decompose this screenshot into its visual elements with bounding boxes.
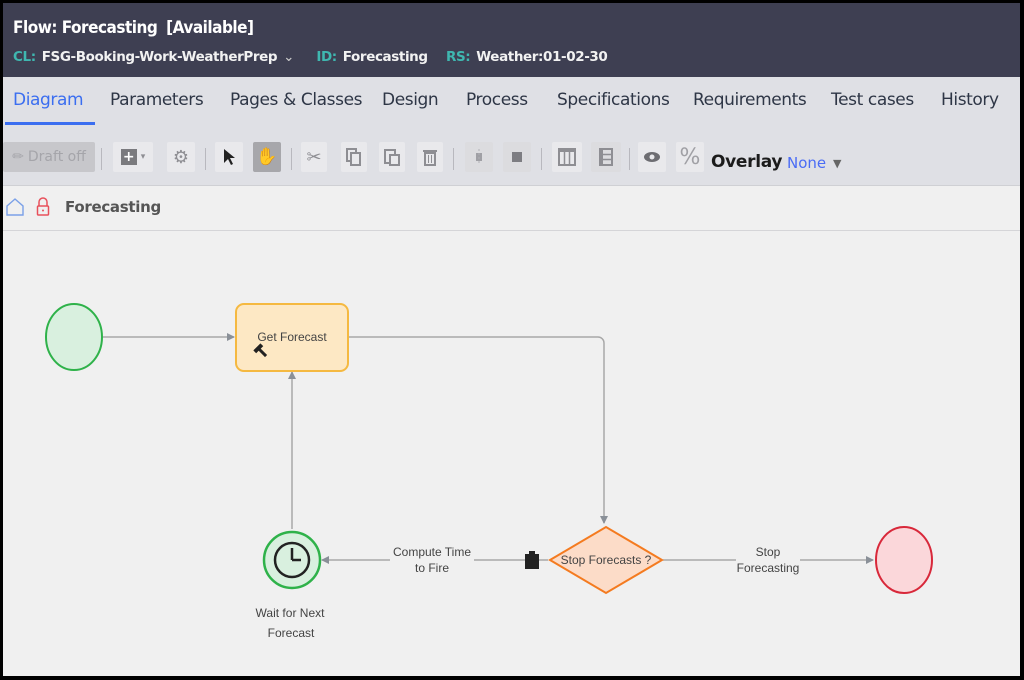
- separator: [101, 148, 102, 170]
- fit-button[interactable]: [503, 142, 531, 172]
- swimlane-columns-button[interactable]: [552, 142, 582, 172]
- separator: [205, 148, 206, 170]
- tab-pages-classes[interactable]: Pages & Classes: [230, 90, 363, 110]
- breadcrumb-title: Forecasting: [65, 198, 161, 216]
- pointer-icon: [224, 149, 235, 165]
- draft-toggle-button[interactable]: ✏ Draft off: [3, 142, 95, 172]
- lock-icon[interactable]: [36, 197, 50, 217]
- align-icon: [476, 149, 482, 165]
- paste-button[interactable]: [379, 142, 405, 172]
- pencil-icon: ✏: [12, 149, 24, 165]
- connector-get-forecast-to-decision[interactable]: [348, 336, 608, 524]
- active-tab-indicator: [5, 122, 95, 125]
- toolbar: ✏ Draft off + ▾ ⚙ ✋ ✂ %: [3, 127, 1020, 186]
- draft-label: Draft off: [27, 149, 86, 165]
- decision-label: Stop Forecasts ?: [561, 553, 652, 567]
- flow-title: Flow: Forecasting: [13, 18, 158, 38]
- page-title: Flow: Forecasting [Available]: [13, 18, 254, 38]
- align-button[interactable]: [465, 142, 493, 172]
- tab-process[interactable]: Process: [466, 90, 528, 110]
- delete-button[interactable]: [417, 142, 443, 172]
- caret-down-icon[interactable]: ▼: [833, 157, 841, 170]
- swimlane-rows-button[interactable]: [591, 142, 621, 172]
- delete-icon: [423, 150, 437, 166]
- breadcrumb: Forecasting: [3, 186, 1020, 231]
- compute-label-line1: Compute Time: [393, 545, 471, 559]
- settings-button[interactable]: ⚙: [167, 142, 195, 172]
- copy-button[interactable]: [341, 142, 367, 172]
- start-node[interactable]: [45, 303, 103, 371]
- id-label: ID:: [316, 49, 337, 65]
- tab-requirements[interactable]: Requirements: [693, 90, 807, 110]
- compute-label-line2: to Fire: [415, 561, 449, 575]
- paste-icon: [384, 149, 400, 166]
- tab-diagram[interactable]: Diagram: [13, 90, 84, 110]
- home-icon[interactable]: [6, 198, 24, 216]
- separator: [453, 148, 454, 170]
- tab-design[interactable]: Design: [382, 90, 439, 110]
- chevron-down-icon[interactable]: ⌄: [283, 49, 294, 65]
- stop-label-line1: Stop: [756, 545, 781, 559]
- hand-icon: ✋: [256, 147, 278, 167]
- cut-icon: ✂: [306, 146, 322, 168]
- separator: [291, 148, 292, 170]
- wait-label-line1: Wait for Next: [256, 606, 326, 620]
- percent-icon: %: [679, 144, 701, 170]
- ruleset-value: Weather:01-02-30: [476, 49, 608, 65]
- id-value: Forecasting: [342, 49, 428, 65]
- caret-down-icon: ▾: [140, 152, 146, 162]
- tab-history[interactable]: History: [941, 90, 999, 110]
- tab-parameters[interactable]: Parameters: [110, 90, 204, 110]
- header: Flow: Forecasting [Available] CL: FSG-Boo…: [3, 3, 1020, 77]
- tab-test-cases[interactable]: Test cases: [831, 90, 914, 110]
- eye-icon: [644, 152, 660, 162]
- separator: [629, 148, 630, 170]
- rule-meta: CL: FSG-Booking-Work-WeatherPrep ⌄ ID: Fore…: [13, 49, 621, 65]
- add-shape-button[interactable]: + ▾: [113, 142, 153, 172]
- tab-bar: Diagram Parameters Pages & Classes Desig…: [3, 77, 1020, 127]
- class-value[interactable]: FSG-Booking-Work-WeatherPrep: [42, 49, 278, 65]
- tab-specifications[interactable]: Specifications: [557, 90, 670, 110]
- gear-icon: ⚙: [172, 146, 190, 168]
- get-forecast-label: Get Forecast: [257, 330, 327, 344]
- flow-editor: Flow: Forecasting [Available] CL: FSG-Boo…: [3, 3, 1020, 676]
- pan-tool-button[interactable]: ✋: [253, 142, 281, 172]
- flow-diagram-canvas[interactable]: Get Forecast Wait for Next Forecast Comp…: [3, 231, 1020, 676]
- copy-icon: [346, 148, 361, 166]
- overlay-select[interactable]: None: [787, 154, 826, 172]
- end-node[interactable]: [875, 526, 933, 594]
- ruleset-label: RS:: [445, 49, 471, 65]
- add-shape-icon: +: [120, 149, 137, 165]
- select-tool-button[interactable]: [215, 142, 243, 172]
- rows-icon: [599, 148, 613, 166]
- separator: [541, 148, 542, 170]
- overlay-label: Overlay: [711, 152, 783, 172]
- columns-icon: [558, 148, 576, 166]
- wait-label-line2: Forecast: [268, 626, 315, 640]
- class-label: CL:: [13, 49, 36, 65]
- cut-button[interactable]: ✂: [301, 142, 327, 172]
- percent-button[interactable]: %: [676, 142, 704, 172]
- view-button[interactable]: [638, 142, 666, 172]
- clipboard-icon: [525, 551, 539, 569]
- status-badge: [Available]: [166, 18, 254, 38]
- stop-label-line2: Forecasting: [737, 561, 800, 575]
- fit-icon: [512, 152, 522, 162]
